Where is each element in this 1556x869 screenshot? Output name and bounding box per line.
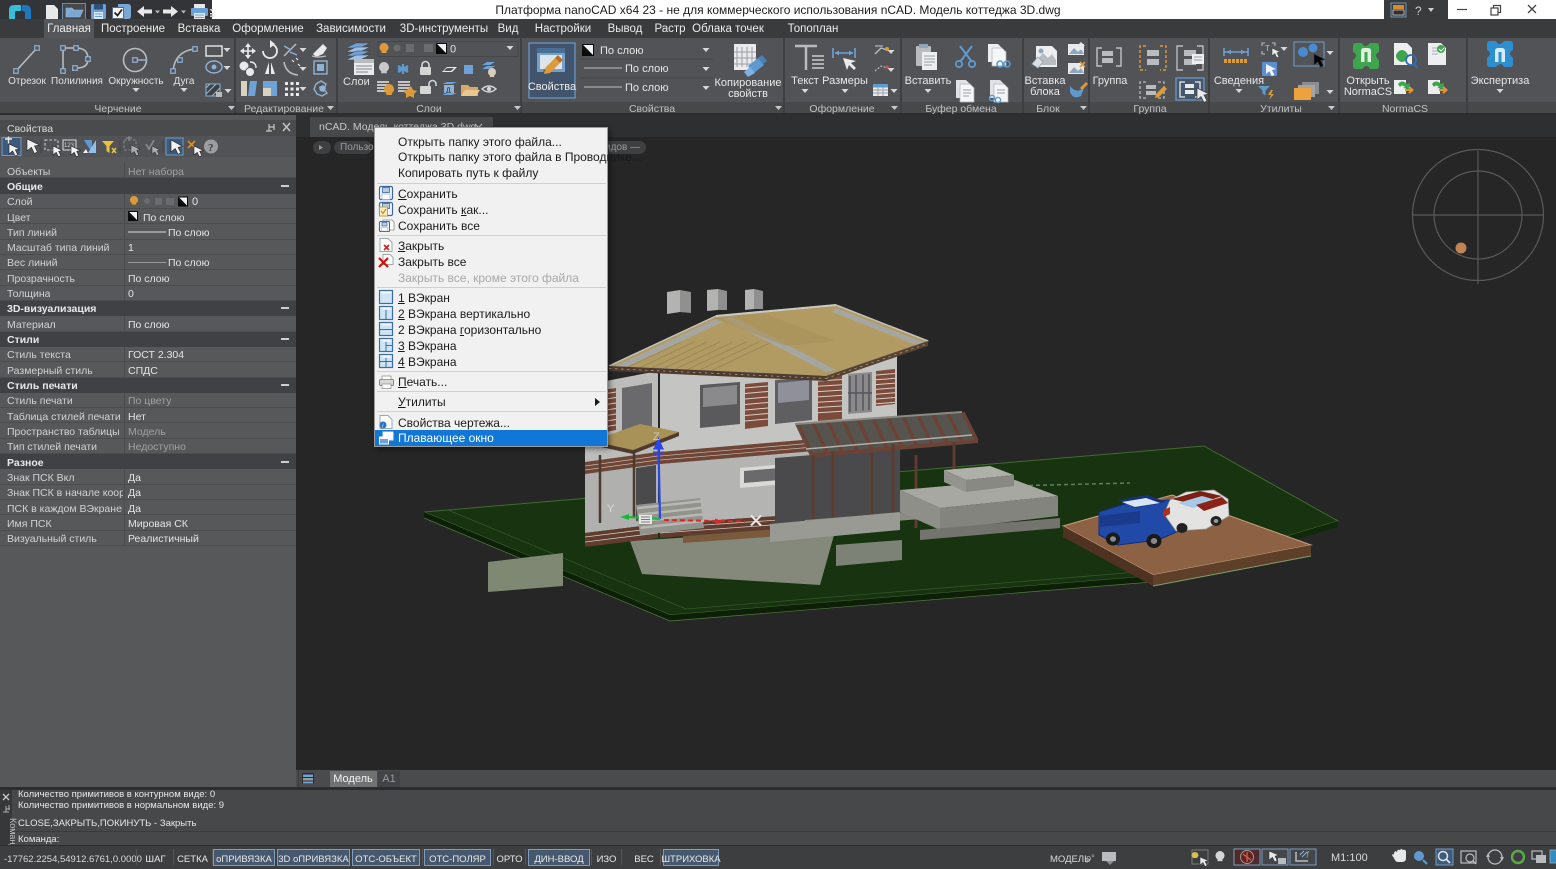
svg-text:Слои: Слои (343, 76, 370, 88)
svg-text:блока: блока (1030, 86, 1061, 98)
svg-text:?: ? (208, 142, 214, 154)
svg-text:Дуга: Дуга (174, 76, 195, 87)
svg-text:ρ°: ρ° (1086, 853, 1095, 863)
svg-text:T: T (1265, 44, 1270, 53)
svg-text:По слою: По слою (625, 63, 669, 75)
svg-text:?: ? (1415, 4, 1422, 18)
svg-text:Y: Y (607, 503, 615, 515)
svg-text:Свойства: Свойства (528, 81, 577, 93)
svg-text:Полилиния: Полилиния (51, 76, 103, 87)
svg-text:Экспертиза: Экспертиза (1471, 75, 1531, 87)
svg-text:0: 0 (450, 44, 456, 56)
svg-text:Группа: Группа (1093, 75, 1129, 87)
svg-text:Окружность: Окружность (108, 76, 163, 87)
svg-text:Размеры: Размеры (822, 75, 868, 87)
svg-text:Текст: Текст (791, 75, 819, 87)
svg-text:NormaCS: NormaCS (1344, 86, 1392, 98)
svg-text:свойств: свойств (728, 88, 768, 100)
svg-text:0: 0 (192, 196, 198, 208)
svg-text:М1:100: М1:100 (1331, 852, 1368, 864)
svg-text:По слою: По слою (625, 82, 669, 94)
svg-text:Z: Z (653, 431, 660, 443)
svg-text:Сведения: Сведения (1214, 75, 1264, 87)
svg-text:По слою: По слою (600, 45, 644, 57)
svg-text:Вставить: Вставить (905, 75, 952, 87)
svg-text:Отрезок: Отрезок (8, 76, 46, 87)
svg-text:ƒ: ƒ (1306, 851, 1310, 858)
